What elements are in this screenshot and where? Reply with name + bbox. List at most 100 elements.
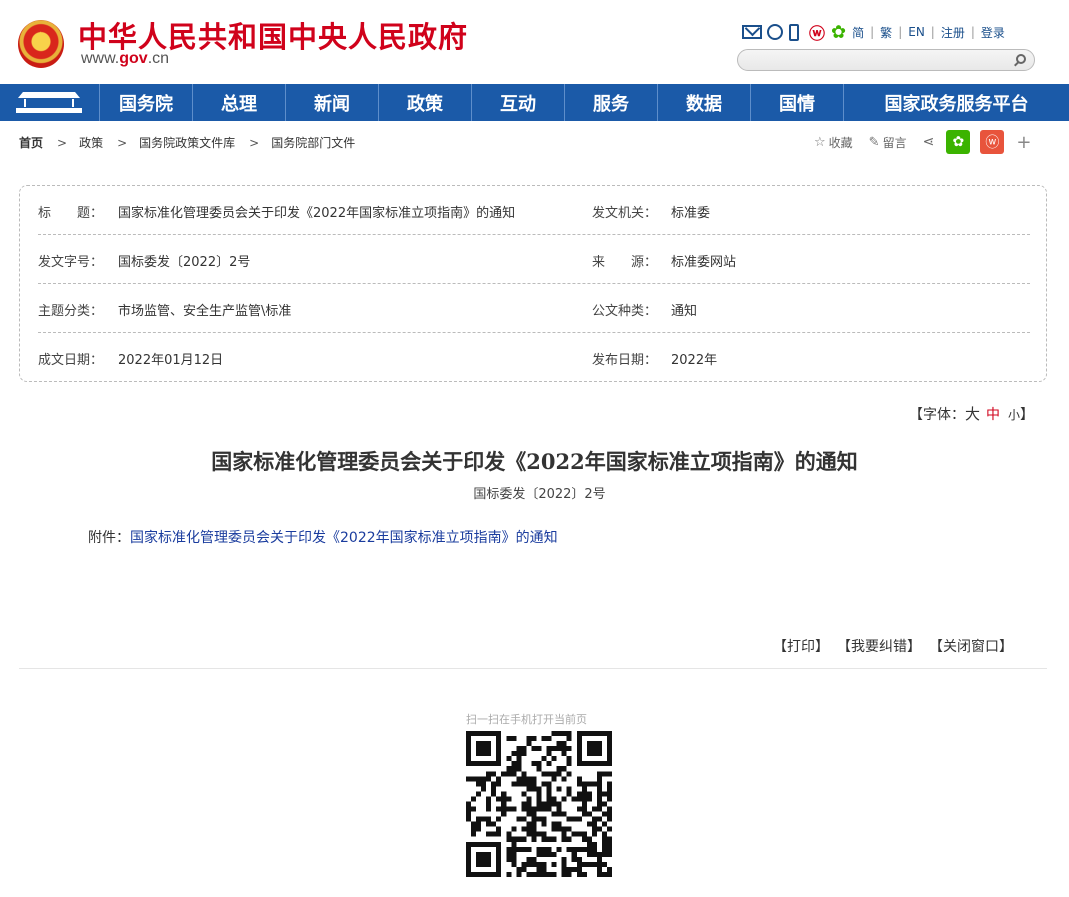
meta-row: 成文日期： 2022年01月12日 发布日期： 2022年 [38,333,1030,382]
qr-module [536,866,542,872]
font-size-switcher: 【字体：大中小】 [909,405,1035,423]
login-link[interactable]: 登录 [981,24,1005,41]
qr-module [491,831,497,837]
breadcrumb-policy-library[interactable]: 国务院政策文件库 [139,134,235,151]
qr-module [606,736,612,742]
qr-module [606,816,612,822]
register-link[interactable]: 注册 [941,24,965,41]
national-emblem-icon[interactable]: ★ [18,20,64,68]
qr-module [476,746,482,752]
qr-module [536,766,542,772]
nav-item-policy[interactable]: 政策 [379,84,472,121]
breadcrumb-department-docs[interactable]: 国务院部门文件 [271,134,355,151]
message-icon[interactable] [767,24,783,40]
font-size-small[interactable]: 小 [1008,408,1020,422]
qr-module [521,866,527,872]
qr-module [586,821,592,827]
qr-module [541,781,547,787]
qr-module [496,871,502,877]
nav-item-state-council[interactable]: 国务院 [100,84,193,121]
breadcrumb-home[interactable]: 首页 [19,134,43,151]
qr-module [581,796,587,802]
qr-module [596,866,602,872]
qr-module [501,791,507,797]
qr-module [541,866,547,872]
more-share-icon[interactable]: + [1016,132,1031,153]
font-size-medium[interactable]: 中 [986,407,1000,423]
tiananmen-logo-icon[interactable] [0,84,100,121]
qr-module [471,796,477,802]
nav-item-services[interactable]: 服务 [565,84,658,121]
nav-item-interaction[interactable]: 互动 [472,84,565,121]
qr-module [466,811,472,817]
qr-module [486,751,492,757]
qr-module [511,861,517,867]
nav-item-gov-service-platform[interactable]: 国家政务服务平台 [844,84,1069,121]
mail-icon[interactable] [742,25,762,39]
qr-module [481,781,487,787]
meta-pubdate-label: 发布日期： [592,353,658,368]
qr-module [596,796,602,802]
qr-module [536,746,542,752]
weibo-icon[interactable]: ⓦ [809,20,825,44]
qr-module [561,811,567,817]
qr-module [606,851,612,857]
qr-module [506,756,512,762]
qr-module [581,806,587,812]
nav-item-national-info[interactable]: 国情 [751,84,844,121]
nav-item-data[interactable]: 数据 [658,84,751,121]
qr-module [486,821,492,827]
close-window-button[interactable]: 【关闭窗口】 [929,636,1013,656]
share-wechat-icon[interactable]: ✿ [946,130,971,154]
qr-module [566,761,572,767]
qr-module [511,846,517,852]
qr-module [491,841,497,847]
report-error-button[interactable]: 【我要纠错】 [837,636,921,656]
share-icon[interactable]: ⋖ [923,134,935,150]
search-input[interactable] [748,52,1008,68]
qr-module [561,766,567,772]
qr-module [581,791,587,797]
search-icon[interactable] [1016,54,1026,64]
qr-module [506,831,512,837]
qr-module [576,871,582,877]
qr-module [551,796,557,802]
qr-module [516,746,522,752]
qr-module [491,791,497,797]
qr-module [566,746,572,752]
comment-button[interactable]: ✎ 留言 [869,134,907,151]
nav-item-news[interactable]: 新闻 [286,84,379,121]
mobile-icon[interactable] [789,23,799,41]
breadcrumb-policy[interactable]: 政策 [79,134,103,151]
qr-module [526,786,532,792]
qr-module [591,741,597,747]
qr-module [486,841,492,847]
qr-module [551,731,557,737]
lang-english-link[interactable]: EN [908,25,925,39]
qr-module [596,791,602,797]
favorite-button[interactable]: ☆ 收藏 [814,134,853,151]
lang-simplified-link[interactable]: 简 [852,24,864,41]
qr-module [556,801,562,807]
qr-module [541,836,547,842]
font-size-large[interactable]: 大 [965,405,980,423]
qr-module [516,846,522,852]
attachment-link[interactable]: 国家标准化管理委员会关于印发《2022年国家标准立项指南》的通知 [130,530,558,546]
qr-module [551,821,557,827]
print-button[interactable]: 【打印】 [773,636,829,656]
qr-module [551,826,557,832]
share-weibo-icon[interactable]: ⓦ [980,130,1005,154]
qr-module [511,751,517,757]
qr-module [591,781,597,787]
qr-module [576,756,582,762]
meta-row: 主题分类： 市场监管、安全生产监管\标准 公文种类： 通知 [38,284,1030,333]
nav-item-premier[interactable]: 总理 [193,84,286,121]
qr-module [531,781,537,787]
article-title: 国家标准化管理委员会关于印发《2022年国家标准立项指南》的通知 [211,449,858,474]
qr-module [606,756,612,762]
lang-traditional-link[interactable]: 繁 [880,24,892,41]
qr-module [576,856,582,862]
wechat-icon[interactable]: ✿ [831,22,846,43]
qr-module [471,871,477,877]
qr-module [581,781,587,787]
